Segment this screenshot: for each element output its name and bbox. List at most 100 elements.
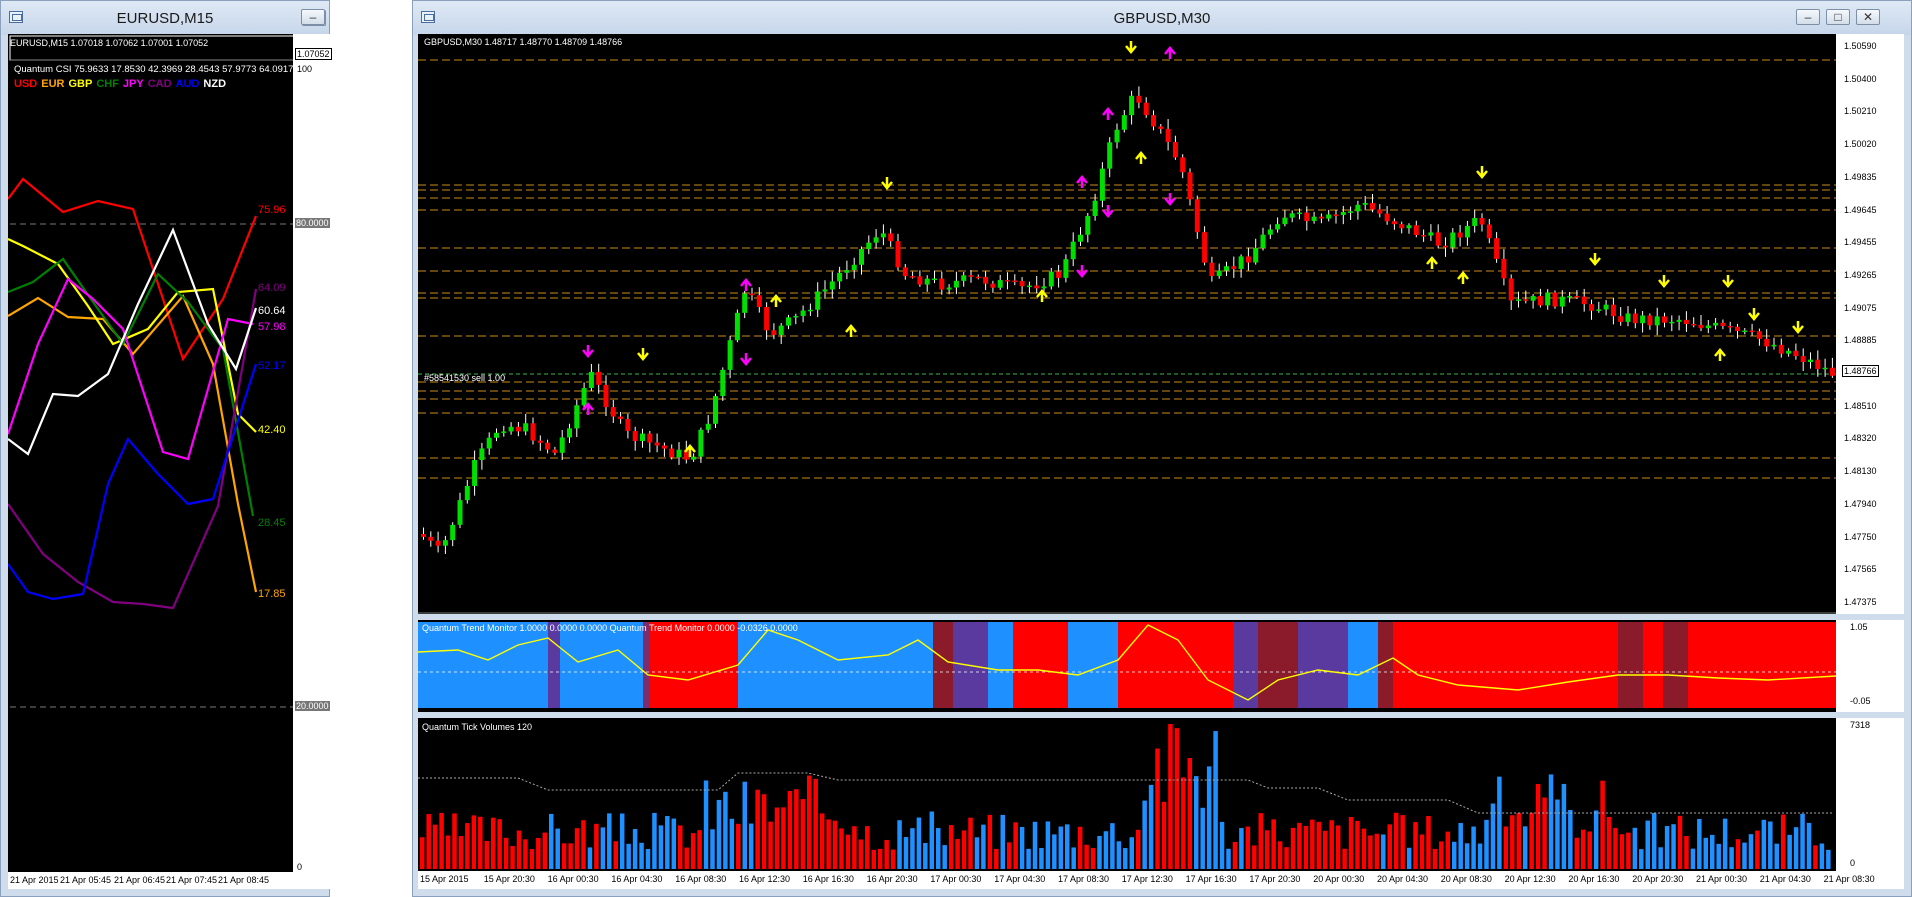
candle (1450, 232, 1456, 248)
volume-bar (1393, 812, 1399, 869)
candle (1289, 213, 1295, 218)
end-label: 42.40 (258, 424, 286, 436)
candle (713, 396, 718, 424)
volume-bar (1019, 827, 1025, 869)
volume-bar (542, 832, 548, 869)
volume-bar (600, 827, 606, 869)
candle (537, 440, 543, 443)
candle (472, 460, 478, 486)
candle (1012, 280, 1018, 283)
candle (479, 448, 485, 461)
volume-bar (1555, 799, 1560, 869)
volume-bar (690, 833, 696, 869)
candle (1209, 262, 1215, 276)
volume-bar (1368, 835, 1373, 869)
tick-volumes-panel[interactable]: Quantum Tick Volumes 120 (418, 718, 1836, 871)
tick-volume-bars (418, 724, 1832, 869)
volume-bar (1290, 827, 1296, 869)
volume-bar (981, 824, 986, 869)
candle (1056, 271, 1062, 278)
volume-bar (458, 836, 464, 869)
candle (1435, 232, 1441, 246)
window-titlebar[interactable]: GBPUSD,M30 (413, 1, 1911, 35)
candle (975, 276, 981, 279)
volume-bar (1800, 813, 1805, 869)
legend-aud: AUD (175, 78, 200, 90)
time-label: 20 Apr 04:30 (1377, 874, 1429, 884)
candle (1771, 344, 1777, 347)
candle (807, 309, 813, 312)
volume-bar (1374, 833, 1380, 869)
time-label: 20 Apr 12:30 (1504, 874, 1556, 884)
candle (1304, 212, 1310, 222)
candle (1698, 324, 1704, 329)
trend-segment (548, 622, 560, 708)
candle (1705, 325, 1711, 329)
sell-arrow-icon (1722, 275, 1734, 288)
time-label: 17 Apr 00:30 (930, 874, 982, 884)
csi-line-usd (8, 177, 258, 362)
volume-bar (826, 819, 831, 869)
volume-bar (1084, 844, 1089, 869)
end-label: 28.45 (258, 517, 286, 529)
time-label: 21 Apr 05:45 (60, 875, 112, 885)
volume-bar (1097, 836, 1102, 869)
volume-bar (1768, 821, 1773, 869)
volume-bar (1219, 821, 1225, 869)
sell-arrow-icon (1102, 205, 1114, 218)
candle (1640, 315, 1646, 324)
candle (530, 423, 536, 441)
right-minimize-button[interactable]: – (1796, 9, 1820, 25)
legend-usd: USD (14, 78, 38, 90)
volume-bar (1452, 841, 1457, 869)
volume-bar (1148, 784, 1154, 869)
price-level-label: 1.47750 (1844, 531, 1877, 542)
volume-bar (484, 840, 489, 869)
volume-bar (1548, 774, 1554, 869)
right-maximize-button[interactable]: □ (1826, 9, 1850, 25)
candle (1559, 296, 1565, 307)
candle (647, 433, 653, 443)
volume-bar (832, 820, 838, 869)
volume-bar (1129, 837, 1134, 869)
candle (764, 306, 770, 331)
volume-bar (665, 816, 670, 869)
candle (1048, 271, 1054, 287)
time-label: 16 Apr 12:30 (739, 874, 791, 884)
eurusd-chart-area[interactable]: EURUSD,M15 1.07018 1.07062 1.07001 1.070… (8, 34, 367, 889)
volume-bar (1264, 830, 1270, 869)
volume-bar (574, 828, 580, 869)
volume-bar (503, 837, 509, 869)
order-label[interactable]: #58541530 sell 1.00 (424, 373, 505, 383)
candle (1662, 316, 1667, 323)
gbpusd-price-chart[interactable]: GBPUSD,M30 1.48717 1.48770 1.48709 1.487… (418, 34, 1836, 614)
trend-monitor-panel[interactable]: Quantum Trend Monitor 1.0000 0.0000 0.00… (418, 620, 1836, 712)
volume-bar (877, 848, 883, 869)
candle (596, 371, 602, 385)
time-label: 15 Apr 2015 (420, 874, 469, 884)
volume-bar (1245, 826, 1251, 869)
candle (1333, 214, 1339, 216)
candle (1683, 319, 1689, 324)
volume-bar (1013, 822, 1018, 869)
time-label: 20 Apr 00:30 (1313, 874, 1365, 884)
volume-bar (761, 794, 767, 869)
csi-line-nzd (8, 227, 258, 456)
volume-bar (1651, 812, 1657, 869)
volume-bar (742, 781, 747, 869)
candle (1756, 331, 1762, 339)
window-titlebar[interactable]: EURUSD,M15 – (1, 1, 329, 35)
price-level-label: 1.49645 (1844, 204, 1877, 215)
candle (822, 289, 828, 292)
candlestick-chart (418, 41, 1836, 614)
volume-bar (1400, 815, 1405, 869)
time-label: 20 Apr 20:30 (1632, 874, 1684, 884)
trend-segment (1618, 622, 1643, 708)
candle (1041, 286, 1047, 289)
left-minimize-button[interactable]: – (301, 9, 325, 25)
volume-bar (723, 791, 728, 869)
right-close-button[interactable]: ✕ (1856, 9, 1880, 25)
volume-bar (1406, 847, 1412, 869)
time-label: 21 Apr 07:45 (166, 875, 218, 885)
volume-bar (1077, 826, 1083, 869)
